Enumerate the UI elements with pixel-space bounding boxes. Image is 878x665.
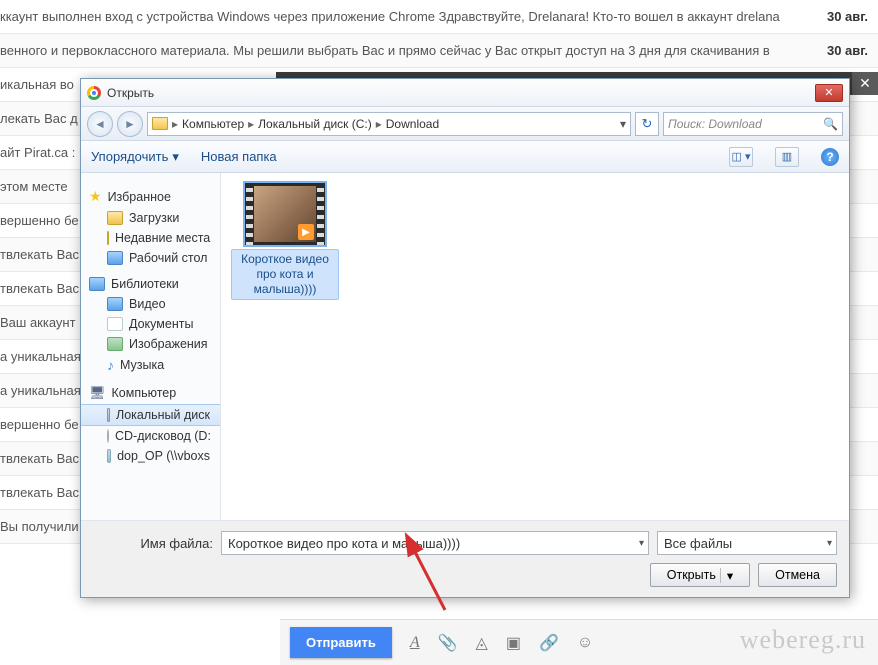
star-icon: ★ bbox=[89, 188, 102, 205]
link-icon[interactable]: 🔗 bbox=[539, 633, 559, 653]
mail-text: венного и первоклассного материала. Мы р… bbox=[0, 43, 818, 58]
sidebar-music[interactable]: ♪Музыка bbox=[81, 354, 220, 376]
chevron-down-icon[interactable]: ▾ bbox=[639, 538, 644, 549]
filename-label: Имя файла: bbox=[93, 536, 213, 551]
filename-value: Короткое видео про кота и малыша)))) bbox=[228, 536, 460, 551]
video-icon bbox=[107, 297, 123, 311]
cd-icon bbox=[107, 429, 109, 443]
folder-icon bbox=[107, 231, 109, 245]
document-icon bbox=[107, 317, 123, 331]
search-placeholder: Поиск: Download bbox=[668, 117, 762, 131]
emoji-icon[interactable]: ☺ bbox=[577, 634, 593, 652]
search-input[interactable]: Поиск: Download 🔍 bbox=[663, 112, 843, 136]
refresh-button[interactable]: ↻ bbox=[635, 112, 659, 136]
modal-close-button[interactable]: ✕ bbox=[852, 72, 878, 95]
format-icon[interactable]: A bbox=[410, 634, 420, 652]
mail-date: 30 авг. bbox=[818, 9, 868, 24]
attach-icon[interactable]: 📎 bbox=[438, 633, 458, 653]
sidebar-images[interactable]: Изображения bbox=[81, 334, 220, 354]
sidebar-computer[interactable]: 🖥Компьютер bbox=[81, 382, 220, 404]
help-icon[interactable]: ? bbox=[821, 148, 839, 166]
sidebar-libraries[interactable]: Библиотеки bbox=[81, 274, 220, 294]
crumb[interactable]: Компьютер bbox=[182, 117, 244, 131]
sidebar-downloads[interactable]: Загрузки bbox=[81, 208, 220, 228]
breadcrumb[interactable]: ▸ Компьютер ▸ Локальный диск (C:) ▸ Down… bbox=[147, 112, 631, 136]
drive-icon bbox=[107, 408, 110, 422]
sidebar-cd-drive[interactable]: CD-дисковод (D: bbox=[81, 426, 220, 446]
view-button[interactable]: ◫ ▾ bbox=[729, 147, 753, 167]
dialog-footer: Имя файла: Короткое видео про кота и мал… bbox=[81, 520, 849, 597]
mail-date: 30 авг. bbox=[818, 43, 868, 58]
sidebar-documents[interactable]: Документы bbox=[81, 314, 220, 334]
mail-row[interactable]: ккаунт выполнен вход с устройства Window… bbox=[0, 0, 878, 34]
compose-toolbar: Отправить A 📎 ◬ ▣ 🔗 ☺ bbox=[280, 619, 878, 665]
crumb[interactable]: Download bbox=[386, 117, 439, 131]
preview-pane-button[interactable]: ▥ bbox=[775, 147, 799, 167]
video-thumbnail bbox=[245, 183, 325, 245]
sidebar-desktop[interactable]: Рабочий стол bbox=[81, 248, 220, 268]
network-drive-icon bbox=[107, 449, 111, 463]
image-icon bbox=[107, 337, 123, 351]
sidebar-network-drive[interactable]: dop_OP (\\vboxs bbox=[81, 446, 220, 466]
folder-icon bbox=[107, 211, 123, 225]
dialog-titlebar: Открыть ✕ bbox=[81, 79, 849, 107]
cancel-button[interactable]: Отмена bbox=[758, 563, 837, 587]
filetype-filter[interactable]: Все файлы ▾ bbox=[657, 531, 837, 555]
dialog-toolbar: Упорядочить ▾ Новая папка ◫ ▾ ▥ ? bbox=[81, 141, 849, 173]
sidebar-favorites[interactable]: ★Избранное bbox=[81, 185, 220, 208]
chrome-icon bbox=[87, 86, 101, 100]
nav-back-button[interactable]: ◄ bbox=[87, 111, 113, 137]
organize-menu[interactable]: Упорядочить ▾ bbox=[91, 149, 179, 165]
dialog-close-button[interactable]: ✕ bbox=[815, 84, 843, 102]
library-icon bbox=[89, 277, 105, 291]
chevron-down-icon: ▾ bbox=[172, 149, 179, 165]
mail-row[interactable]: венного и первоклассного материала. Мы р… bbox=[0, 34, 878, 68]
nav-row: ◄ ► ▸ Компьютер ▸ Локальный диск (C:) ▸ … bbox=[81, 107, 849, 141]
search-icon[interactable]: 🔍 bbox=[823, 117, 838, 131]
music-icon: ♪ bbox=[107, 357, 114, 373]
desktop-icon bbox=[107, 251, 123, 265]
new-folder-button[interactable]: Новая папка bbox=[201, 149, 277, 164]
drive-icon[interactable]: ◬ bbox=[476, 633, 488, 653]
computer-icon: 🖥 bbox=[89, 385, 106, 401]
filename-input[interactable]: Короткое видео про кота и малыша)))) ▾ bbox=[221, 531, 649, 555]
sidebar-video[interactable]: Видео bbox=[81, 294, 220, 314]
mail-text: ккаунт выполнен вход с устройства Window… bbox=[0, 9, 818, 24]
sidebar: ★Избранное Загрузки Недавние места Рабоч… bbox=[81, 173, 221, 520]
dialog-title: Открыть bbox=[107, 86, 154, 100]
sidebar-local-disk[interactable]: Локальный диск bbox=[81, 404, 220, 426]
crumb[interactable]: Локальный диск (C:) bbox=[258, 117, 372, 131]
photo-icon[interactable]: ▣ bbox=[506, 633, 521, 653]
folder-icon bbox=[152, 117, 168, 130]
file-open-dialog: Открыть ✕ ◄ ► ▸ Компьютер ▸ Локальный ди… bbox=[80, 78, 850, 598]
open-button[interactable]: Открыть ▾ bbox=[650, 563, 750, 587]
send-button[interactable]: Отправить bbox=[290, 627, 392, 658]
sidebar-recent[interactable]: Недавние места bbox=[81, 228, 220, 248]
file-label: Короткое видео про кота и малыша)))) bbox=[231, 249, 339, 300]
chevron-down-icon[interactable]: ▾ bbox=[620, 117, 626, 131]
nav-forward-button[interactable]: ► bbox=[117, 111, 143, 137]
file-pane[interactable]: Короткое видео про кота и малыша)))) bbox=[221, 173, 849, 520]
file-item[interactable]: Короткое видео про кота и малыша)))) bbox=[231, 183, 339, 300]
chevron-down-icon[interactable]: ▾ bbox=[827, 538, 832, 549]
